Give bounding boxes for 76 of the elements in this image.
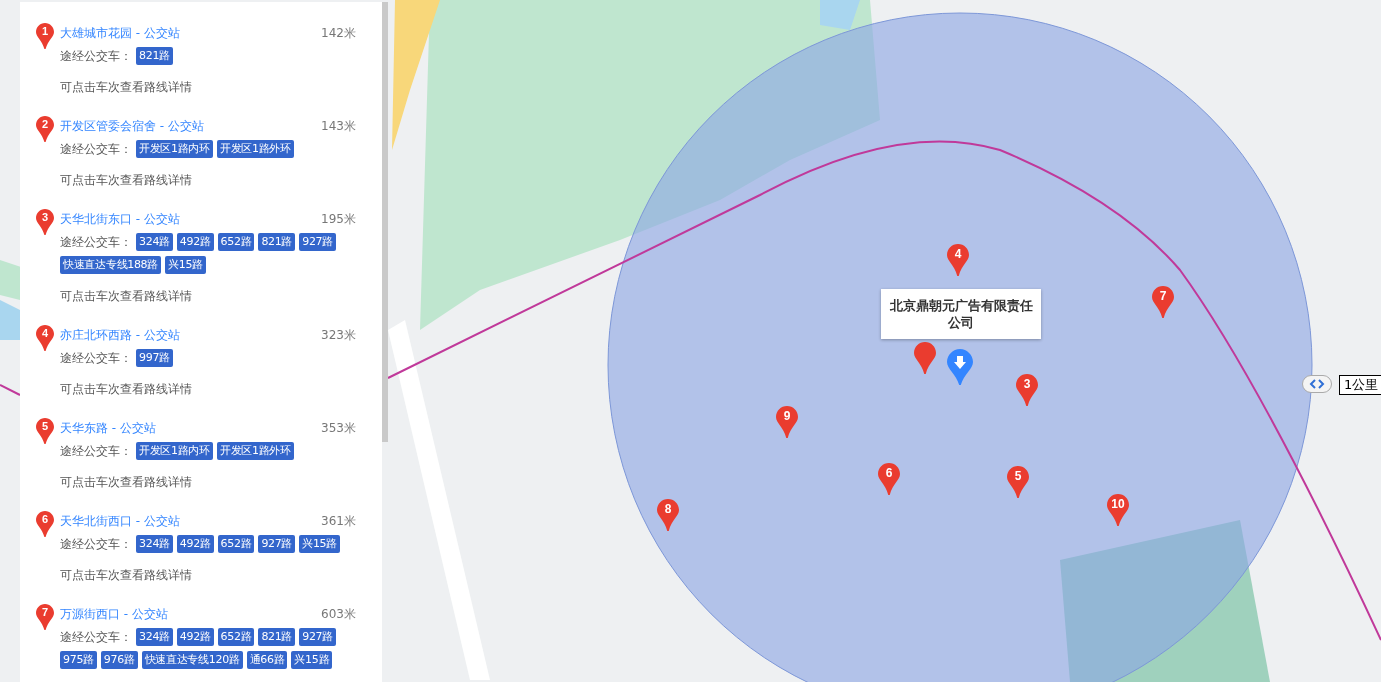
map-pin-icon[interactable]: 6 bbox=[36, 511, 54, 537]
bus-route-tag[interactable]: 821路 bbox=[136, 47, 173, 65]
distance-text: 323米 bbox=[321, 326, 356, 344]
bus-route-tag[interactable]: 976路 bbox=[100, 651, 138, 669]
bus-route-tag[interactable]: 997路 bbox=[136, 349, 173, 367]
bus-route-tag[interactable]: 快速直达专线188路 bbox=[60, 256, 161, 274]
station-link[interactable]: 天华东路 - 公交站 bbox=[60, 419, 322, 437]
bus-route-tag[interactable]: 927路 bbox=[258, 535, 296, 553]
bus-route-tag[interactable]: 652路 bbox=[217, 535, 255, 553]
hint-text: 可点击车次查看路线详情 bbox=[59, 172, 193, 189]
bus-route-tag[interactable]: 开发区1路内环 bbox=[136, 442, 213, 460]
map-pin-icon[interactable]: 7 bbox=[1152, 286, 1174, 318]
station-link[interactable]: 亦庄北环西路 - 公交站 bbox=[60, 326, 322, 344]
station-link[interactable]: 万源街西口 - 公交站 bbox=[60, 605, 322, 623]
bus-route-tag[interactable]: 324路 bbox=[136, 233, 173, 251]
bus-route-tag[interactable]: 快速直达专线120路 bbox=[141, 651, 243, 669]
routes-label: 途经公交车： bbox=[60, 443, 132, 460]
bus-route-tag[interactable]: 兴15路 bbox=[291, 651, 333, 669]
routes-label: 途经公交车： bbox=[60, 141, 132, 158]
map-pin-icon[interactable]: 7 bbox=[36, 604, 54, 630]
station-link[interactable]: 开发区管委会宿舍 - 公交站 bbox=[60, 117, 322, 135]
scrollbar-thumb[interactable] bbox=[382, 2, 388, 442]
routes-label: 途经公交车： bbox=[60, 629, 132, 646]
map-pin-icon[interactable]: 2 bbox=[36, 116, 54, 142]
bus-route-tag[interactable]: 开发区1路外环 bbox=[216, 140, 294, 158]
bus-route-tag[interactable]: 开发区1路内环 bbox=[136, 140, 213, 158]
bus-route-tag[interactable]: 492路 bbox=[176, 535, 214, 553]
distance-text: 361米 bbox=[321, 512, 356, 530]
map-pin-icon[interactable]: 3 bbox=[1016, 374, 1038, 406]
map-pin-icon[interactable]: 4 bbox=[36, 325, 54, 351]
distance-text: 195米 bbox=[321, 210, 356, 228]
bus-route-tag[interactable]: 324路 bbox=[136, 628, 173, 646]
distance-text: 142米 bbox=[321, 24, 356, 42]
routes-label: 途经公交车： bbox=[60, 234, 132, 251]
map-pin-icon[interactable]: 8 bbox=[657, 499, 679, 531]
station-link[interactable]: 天华北街西口 - 公交站 bbox=[60, 512, 322, 530]
map-pin-icon[interactable]: 10 bbox=[1107, 494, 1129, 526]
hint-text: 可点击车次查看路线详情 bbox=[59, 79, 193, 96]
map-pin-icon[interactable]: 6 bbox=[878, 463, 900, 495]
map-pin-icon[interactable]: 5 bbox=[36, 418, 54, 444]
map-pin-icon[interactable] bbox=[914, 342, 936, 374]
bus-route-tag[interactable]: 兴15路 bbox=[165, 256, 206, 274]
distance-text: 603米 bbox=[321, 605, 356, 623]
bus-route-tag[interactable]: 492路 bbox=[176, 233, 214, 251]
routes-label: 途经公交车： bbox=[60, 48, 132, 65]
bus-route-tag[interactable]: 821路 bbox=[258, 628, 296, 646]
bus-route-tag[interactable]: 975路 bbox=[60, 651, 97, 669]
map-scale: 1公里 bbox=[1339, 375, 1381, 395]
bus-route-tag[interactable]: 通66路 bbox=[246, 651, 288, 669]
hint-text: 可点击车次查看路线详情 bbox=[59, 474, 193, 491]
map-pin-icon[interactable]: 3 bbox=[36, 209, 54, 235]
hint-text: 可点击车次查看路线详情 bbox=[59, 288, 193, 305]
station-link[interactable]: 天华北街东口 - 公交站 bbox=[60, 210, 322, 228]
routes-label: 途经公交车： bbox=[60, 350, 132, 367]
distance-text: 353米 bbox=[321, 419, 356, 437]
left-right-arrows-icon bbox=[1309, 379, 1325, 389]
map-pin-icon[interactable]: 9 bbox=[776, 406, 798, 438]
bus-route-tag[interactable]: 324路 bbox=[136, 535, 173, 553]
station-link[interactable]: 大雄城市花园 - 公交站 bbox=[60, 24, 322, 42]
bus-route-tag[interactable]: 652路 bbox=[217, 628, 255, 646]
map-pin-icon[interactable]: 5 bbox=[1007, 466, 1029, 498]
hint-text: 可点击车次查看路线详情 bbox=[59, 567, 193, 584]
bus-route-tag[interactable]: 兴15路 bbox=[299, 535, 340, 553]
bus-route-tag[interactable]: 开发区1路外环 bbox=[216, 442, 294, 460]
map-pin-icon[interactable]: 1 bbox=[36, 23, 54, 49]
bus-route-tag[interactable]: 927路 bbox=[299, 628, 336, 646]
hint-text: 可点击车次查看路线详情 bbox=[59, 381, 193, 398]
bus-route-tag[interactable]: 652路 bbox=[217, 233, 255, 251]
location-pin-icon[interactable] bbox=[947, 349, 973, 385]
map-pin-icon[interactable]: 4 bbox=[947, 244, 969, 276]
bus-route-tag[interactable]: 927路 bbox=[299, 233, 336, 251]
distance-text: 143米 bbox=[321, 117, 356, 135]
routes-label: 途经公交车： bbox=[60, 536, 132, 553]
place-callout: 北京鼎朝元广告有限责任公司 bbox=[881, 289, 1041, 339]
bus-route-tag[interactable]: 492路 bbox=[176, 628, 214, 646]
bus-route-tag[interactable]: 821路 bbox=[258, 233, 296, 251]
